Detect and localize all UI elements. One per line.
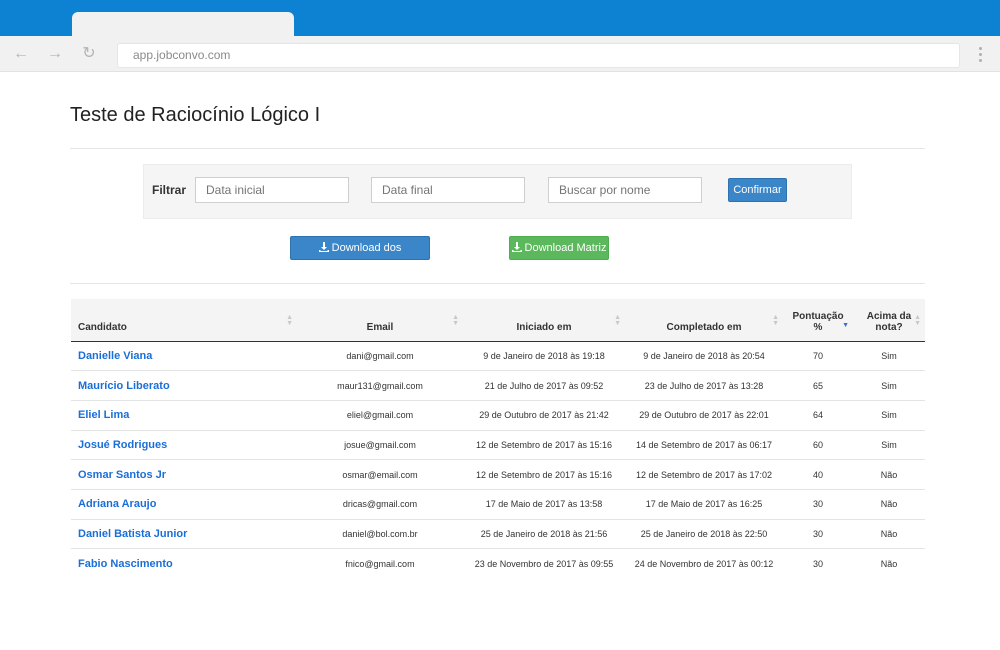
browser-tab[interactable] (72, 12, 294, 38)
email-cell: josue@gmail.com (297, 430, 463, 461)
completed-at-cell: 29 de Outubro de 2017 às 22:01 (625, 400, 783, 431)
column-header-email[interactable]: Email ▲ ▼ (297, 299, 463, 342)
table-row[interactable]: Osmar Santos Jr osmar@email.com 12 de Sete… (71, 459, 925, 490)
candidate-name-link[interactable]: Adriana Araujo (71, 489, 297, 520)
score-cell: 30 (812, 558, 823, 569)
started-at-cell: 21 de Julho de 2017 às 09:52 (463, 370, 625, 401)
completed-at-cell: 14 de Setembro de 2017 às 06:17 (625, 430, 783, 461)
email-cell: osmar@email.com (297, 459, 463, 490)
column-header-completed[interactable]: Completado em ▲ ▼ (625, 299, 783, 342)
started-at-cell: 23 de Novembro de 2017 às 09:55 (474, 558, 614, 569)
started-at-cell: 9 de Janeiro de 2018 às 19:18 (463, 341, 625, 372)
column-header-score[interactable]: Pontuação% ▼ (783, 299, 853, 342)
download-results-label: Download dos Resultados (331, 242, 402, 276)
table-row[interactable]: Danielle Viana dani@gmail.com 9 de Janeiro… (71, 341, 925, 372)
download-icon (318, 242, 329, 252)
download-matrix-button[interactable]: Download Matriz (509, 236, 609, 260)
confirm-button[interactable]: Confirmar (728, 178, 787, 202)
email-cell: fnico@gmail.com (345, 558, 415, 569)
score-cell: 40 (783, 459, 853, 490)
sort-desc-icon[interactable]: ▼ (842, 322, 849, 329)
sort-icon[interactable]: ▲ ▼ (772, 314, 779, 327)
download-results-button[interactable]: Download dos Resultados (290, 236, 430, 276)
started-at-cell: 12 de Setembro de 2017 às 15:16 (463, 459, 625, 490)
forward-arrow-icon[interactable]: → (46, 45, 64, 63)
divider (70, 148, 925, 149)
table-header-row: Candidato ▲ ▼ Email ▲ ▼ Iniciado em ▲ ▼ Comple… (71, 299, 925, 342)
email-cell: dricas@gmail.com (297, 489, 463, 520)
candidate-name-link[interactable]: Osmar Santos Jr (71, 459, 297, 490)
above-grade-cell: Não (853, 459, 925, 490)
end-date-input[interactable] (371, 177, 525, 203)
candidate-name-link[interactable]: Fabio Nascimento (71, 549, 297, 579)
email-cell: dani@gmail.com (297, 341, 463, 372)
column-header-candidate[interactable]: Candidato ▲ ▼ (71, 299, 297, 342)
sort-icon[interactable]: ▲ ▼ (914, 314, 921, 327)
score-cell: 64 (783, 400, 853, 431)
score-cell: 65 (783, 370, 853, 401)
email-cell: daniel@bol.com.br (297, 519, 463, 550)
completed-at-cell: 12 de Setembro de 2017 às 17:02 (625, 459, 783, 490)
candidate-name-link[interactable]: Danielle Viana (71, 341, 297, 372)
above-grade-cell: Não (853, 519, 925, 550)
completed-at-cell: 17 de Maio de 2017 às 16:25 (625, 489, 783, 520)
started-at-cell: 25 de Janeiro de 2018 às 21:56 (463, 519, 625, 550)
completed-at-cell: 24 de Novembro de 2017 às 00:12 (634, 558, 774, 569)
search-name-input[interactable] (548, 177, 702, 203)
completed-at-cell: 9 de Janeiro de 2018 às 20:54 (625, 341, 783, 372)
table-row[interactable]: Josué Rodrigues josue@gmail.com 12 de Sete… (71, 430, 925, 461)
above-grade-cell: Não (880, 558, 898, 569)
back-arrow-icon[interactable]: ← (12, 45, 30, 63)
completed-at-cell: 23 de Julho de 2017 às 13:28 (625, 370, 783, 401)
results-table: Candidato ▲ ▼ Email ▲ ▼ Iniciado em ▲ ▼ Comple… (71, 299, 925, 579)
completed-at-cell: 25 de Janeiro de 2018 às 22:50 (625, 519, 783, 550)
column-header-started[interactable]: Iniciado em ▲ ▼ (463, 299, 625, 342)
sort-icon[interactable]: ▲ ▼ (452, 314, 459, 327)
table-row[interactable]: Fabio Nascimento fnico@gmail.com 23 de Nov… (71, 549, 925, 579)
start-date-input[interactable] (195, 177, 349, 203)
started-at-cell: 29 de Outubro de 2017 às 21:42 (463, 400, 625, 431)
browser-menu-icon[interactable] (975, 44, 985, 66)
email-cell: eliel@gmail.com (297, 400, 463, 431)
download-icon (511, 242, 522, 252)
email-cell: maur131@gmail.com (297, 370, 463, 401)
sort-icon[interactable]: ▲ ▼ (614, 314, 621, 327)
table-row[interactable]: Eliel Lima eliel@gmail.com 29 de Outubro d… (71, 400, 925, 431)
address-bar[interactable]: app.jobconvo.com (117, 43, 960, 68)
started-at-cell: 12 de Setembro de 2017 às 15:16 (463, 430, 625, 461)
candidate-name-link[interactable]: Josué Rodrigues (71, 430, 297, 461)
sort-icon[interactable]: ▲ ▼ (286, 314, 293, 327)
page-title: Teste de Raciocínio Lógico I (70, 104, 321, 126)
above-grade-cell: Sim (853, 400, 925, 431)
score-cell: 30 (783, 489, 853, 520)
divider (70, 283, 925, 284)
table-row[interactable]: Maurício Liberato maur131@gmail.com 21 de … (71, 370, 925, 401)
table-row[interactable]: Adriana Araujo dricas@gmail.com 17 de Maio… (71, 489, 925, 520)
download-matrix-label: Download Matriz (524, 242, 607, 254)
candidate-name-link[interactable]: Eliel Lima (71, 400, 297, 431)
above-grade-cell: Sim (853, 430, 925, 461)
table-row[interactable]: Daniel Batista Junior daniel@bol.com.br 25… (71, 519, 925, 550)
candidate-name-link[interactable]: Maurício Liberato (71, 370, 297, 401)
above-grade-cell: Sim (853, 370, 925, 401)
score-cell: 70 (783, 341, 853, 372)
above-grade-cell: Sim (853, 341, 925, 372)
reload-icon[interactable]: ↻ (80, 45, 98, 63)
column-header-above[interactable]: Acima da nota? ▲ ▼ (853, 299, 925, 342)
candidate-name-link[interactable]: Daniel Batista Junior (71, 519, 297, 550)
filter-label: Filtrar (152, 183, 187, 197)
started-at-cell: 17 de Maio de 2017 às 13:58 (463, 489, 625, 520)
above-grade-cell: Não (853, 489, 925, 520)
score-cell: 30 (783, 519, 853, 550)
score-cell: 60 (783, 430, 853, 461)
